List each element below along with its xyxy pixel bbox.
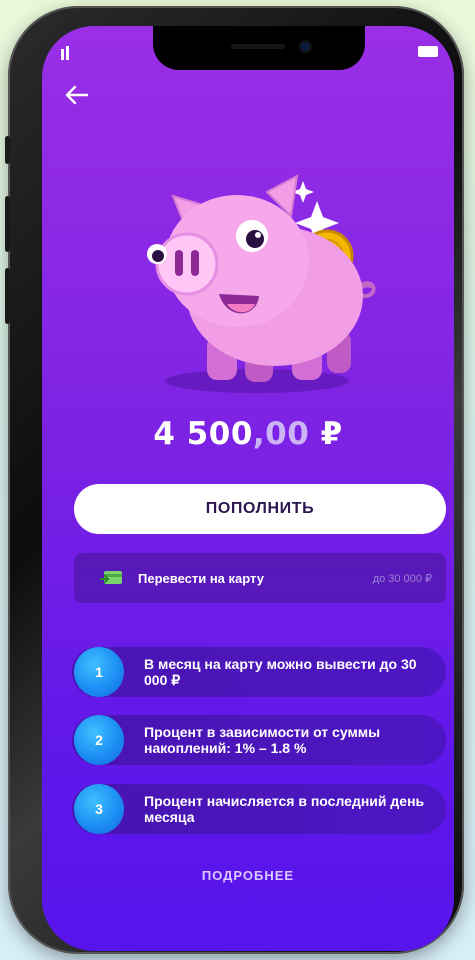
speaker <box>231 44 285 49</box>
mute-switch <box>5 136 10 164</box>
battery-icon <box>418 46 438 57</box>
phone-frame: % <box>5 6 464 954</box>
transfer-limit: до 30 000 ₽ <box>372 572 432 585</box>
info-text: В месяц на карту можно вывести до 30 000… <box>144 656 417 688</box>
volume-down-button <box>5 268 10 324</box>
transfer-to-card-button[interactable]: Перевести на карту до 30 000 ₽ <box>74 553 446 603</box>
balance-amount: 4 500,00 ₽ <box>42 416 454 452</box>
signal-icon <box>61 46 69 60</box>
more-info-link[interactable]: ПОДРОБНЕЕ <box>42 868 454 883</box>
volume-up-button <box>5 196 10 252</box>
app-screen: % <box>42 26 454 951</box>
card-icon <box>100 571 122 584</box>
info-item: 3 Процент начисляется в последний день м… <box>72 784 446 834</box>
balance-currency: ₽ <box>320 416 343 452</box>
notch <box>153 26 365 70</box>
info-item: 2 Процент в зависимости от суммы накопле… <box>72 715 446 765</box>
balance-decimal: ,00 <box>252 416 310 452</box>
info-number-badge: 2 <box>74 715 124 765</box>
topup-button[interactable]: ПОПОЛНИТЬ <box>74 484 446 534</box>
info-number-badge: 1 <box>74 647 124 697</box>
info-text: Процент в зависимости от суммы накоплени… <box>144 724 381 756</box>
piggy-bank-illustration: % <box>147 174 376 393</box>
front-camera <box>301 42 310 51</box>
balance-integer: 4 500 <box>153 416 253 452</box>
transfer-label: Перевести на карту <box>138 570 264 586</box>
info-number-badge: 3 <box>74 784 124 834</box>
info-item: 1 В месяц на карту можно вывести до 30 0… <box>72 647 446 697</box>
back-arrow-icon[interactable] <box>62 80 92 110</box>
info-text: Процент начисляется в последний день мес… <box>144 793 425 825</box>
